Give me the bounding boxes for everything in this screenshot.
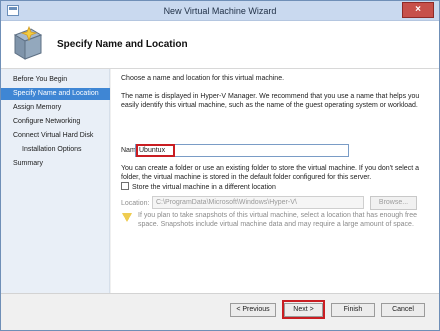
close-button[interactable]: × (402, 2, 434, 18)
nav-before-you-begin[interactable]: Before You Begin (1, 74, 110, 86)
title-bar: New Virtual Machine Wizard × (1, 1, 439, 21)
window-title: New Virtual Machine Wizard (163, 6, 277, 16)
virtual-machine-wizard-icon (13, 25, 43, 60)
next-button[interactable]: Next > (284, 303, 323, 317)
nav-specify-name-location[interactable]: Specify Name and Location (1, 88, 110, 100)
intro-text: Choose a name and location for this virt… (121, 75, 285, 82)
footer-divider (1, 293, 439, 294)
wizard-window: New Virtual Machine Wizard × Specify Nam… (0, 0, 440, 331)
finish-button[interactable]: Finish (331, 303, 375, 317)
nav-connect-virtual-hard-disk[interactable]: Connect Virtual Hard Disk (1, 130, 110, 142)
virtual-machine-name-input[interactable]: Ubuntux (135, 144, 349, 157)
name-description: The name is displayed in Hyper-V Manager… (121, 93, 420, 109)
location-label: Location: (121, 200, 150, 207)
wizard-header: Specify Name and Location (1, 21, 439, 69)
store-different-location-checkbox[interactable] (121, 182, 129, 190)
store-location-label: Store the virtual machine in a different… (132, 184, 276, 191)
warning-icon (122, 213, 132, 222)
browse-button: Browse... (370, 196, 417, 210)
main-content: Choose a name and location for this virt… (111, 69, 439, 293)
page-title: Specify Name and Location (57, 39, 188, 50)
folder-description: You can create a folder or use an existi… (121, 165, 419, 181)
snapshot-warning-text: If you plan to take snapshots of this vi… (138, 212, 418, 228)
nav-installation-options[interactable]: Installation Options (1, 144, 110, 156)
location-path-input: C:\ProgramData\Microsoft\Windows\Hyper-V… (152, 196, 364, 209)
nav-summary[interactable]: Summary (1, 158, 110, 170)
previous-button[interactable]: < Previous (230, 303, 276, 317)
wizard-navigation: Before You Begin Specify Name and Locati… (1, 69, 110, 293)
nav-configure-networking[interactable]: Configure Networking (1, 116, 110, 128)
cancel-button[interactable]: Cancel (381, 303, 425, 317)
nav-assign-memory[interactable]: Assign Memory (1, 102, 110, 114)
